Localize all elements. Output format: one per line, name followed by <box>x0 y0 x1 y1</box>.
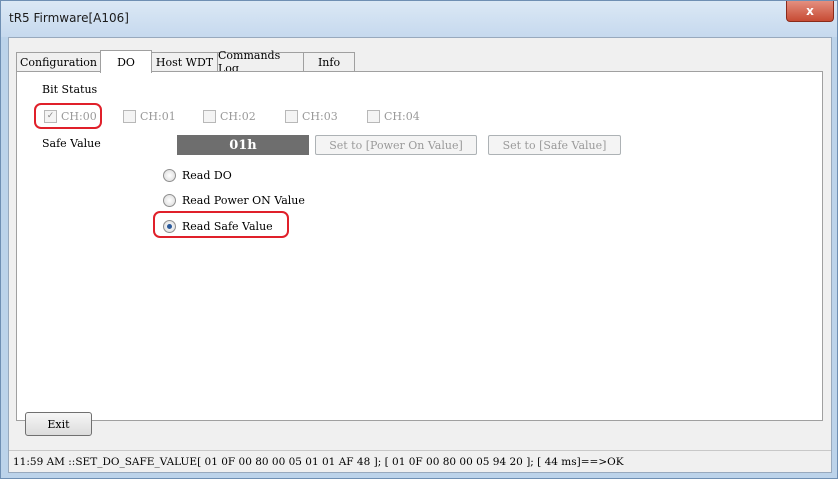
read-safe-value-highlight-circle <box>153 211 289 238</box>
exit-button[interactable]: Exit <box>25 412 92 436</box>
checkbox-ch04[interactable] <box>367 110 380 123</box>
bit-status-label: Bit Status <box>42 83 98 96</box>
radio-read-do-button[interactable] <box>163 169 176 182</box>
radio-read-do-label: Read DO <box>182 169 232 182</box>
tab-host-wdt[interactable]: Host WDT <box>151 52 218 71</box>
do-panel: Bit Status ✓ CH:00 CH:01 CH:02 CH:03 CH:… <box>16 71 823 421</box>
radio-read-power-on-label: Read Power ON Value <box>182 194 305 207</box>
channel-ch02-label: CH:02 <box>220 110 256 123</box>
window-title: tR5 Firmware[A106] <box>9 11 129 25</box>
channel-ch03[interactable]: CH:03 <box>285 110 338 123</box>
radio-read-do[interactable]: Read DO <box>163 169 232 182</box>
set-power-on-value-button[interactable]: Set to [Power On Value] <box>315 135 477 155</box>
channel-ch01-label: CH:01 <box>140 110 176 123</box>
close-icon: x <box>806 4 814 18</box>
set-safe-value-button[interactable]: Set to [Safe Value] <box>488 135 621 155</box>
checkbox-ch02[interactable] <box>203 110 216 123</box>
status-bar: 11:59 AM ::SET_DO_SAFE_VALUE[ 01 0F 00 8… <box>9 450 831 472</box>
tab-do[interactable]: DO <box>100 50 152 73</box>
checkbox-ch01[interactable] <box>123 110 136 123</box>
radio-read-power-on-button[interactable] <box>163 194 176 207</box>
radio-read-power-on[interactable]: Read Power ON Value <box>163 194 305 207</box>
checkbox-ch03[interactable] <box>285 110 298 123</box>
tab-info[interactable]: Info <box>303 52 355 71</box>
channel-ch04-label: CH:04 <box>384 110 420 123</box>
tab-commands-log[interactable]: Commands Log <box>217 49 304 75</box>
close-button[interactable]: x <box>786 1 834 22</box>
value-display: 01h <box>177 135 309 155</box>
channel-ch03-label: CH:03 <box>302 110 338 123</box>
safe-value-label: Safe Value <box>42 137 101 150</box>
ch00-highlight-circle <box>34 103 102 129</box>
title-bar[interactable]: tR5 Firmware[A106] x <box>1 1 837 37</box>
channel-ch02[interactable]: CH:02 <box>203 110 256 123</box>
client-area: Configuration DO Host WDT Commands Log I… <box>8 37 832 473</box>
channel-ch04[interactable]: CH:04 <box>367 110 420 123</box>
tab-configuration[interactable]: Configuration <box>16 52 101 71</box>
status-text: 11:59 AM ::SET_DO_SAFE_VALUE[ 01 0F 00 8… <box>13 455 624 468</box>
app-window: tR5 Firmware[A106] x Configuration DO Ho… <box>0 0 838 479</box>
channel-ch01[interactable]: CH:01 <box>123 110 176 123</box>
